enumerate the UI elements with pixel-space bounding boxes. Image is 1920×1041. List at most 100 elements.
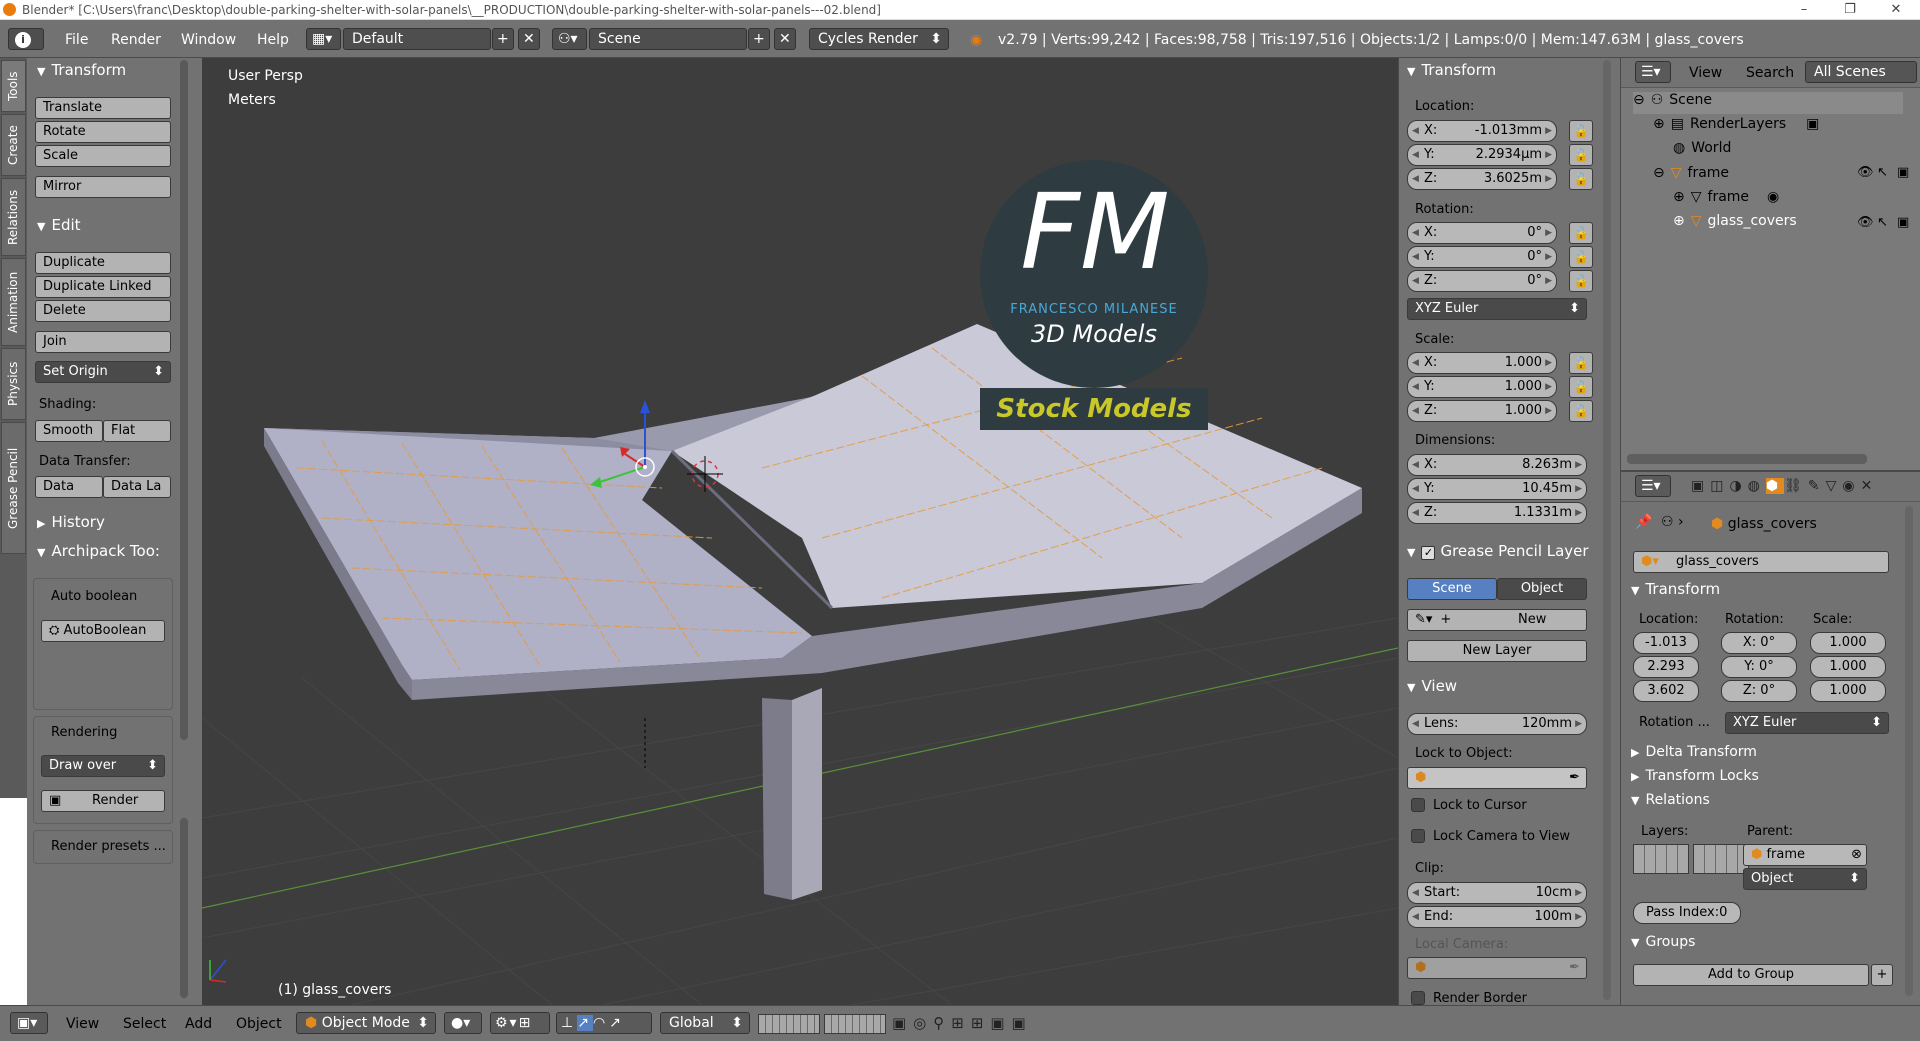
properties-scrollbar[interactable] [1905, 506, 1913, 996]
outliner-row-glass-covers[interactable]: ⊕ ▽ glass_covers [1673, 213, 1797, 235]
lens-field[interactable]: ◀ Lens: 120mm ▶ [1407, 713, 1587, 735]
viewport-menu-view[interactable]: View [66, 1016, 99, 1032]
rotation-y-field[interactable]: ◀ Y: 0° ▶ [1407, 246, 1557, 268]
select-cursor-icon[interactable]: ↖ [1877, 215, 1888, 230]
data-button[interactable]: Data [35, 476, 103, 498]
visibility-eye-icon[interactable]: 👁 [1857, 165, 1874, 180]
flat-button[interactable]: Flat [103, 420, 171, 442]
snap-and-render-icons[interactable]: ▣◎⚲⊞⊞▣▣ [892, 1014, 1033, 1032]
lock-icon[interactable]: 🔓 [1569, 376, 1593, 398]
tab-physics[interactable]: Physics [1, 348, 26, 420]
props-scale-x[interactable]: 1.000 [1810, 632, 1886, 654]
remove-layout-icon[interactable]: ✕ [518, 28, 540, 50]
tab-tools[interactable]: Tools [1, 60, 26, 112]
view-panel-header[interactable]: ▼ View [1407, 677, 1457, 695]
add-scene-icon[interactable]: + [748, 28, 770, 50]
scale-x-field[interactable]: ◀ X: 1.000 ▶ [1407, 352, 1557, 374]
editor-type-button[interactable]: i [8, 28, 44, 50]
add-layout-icon[interactable]: + [492, 28, 514, 50]
gp-new-button[interactable]: ✎▾ + New [1407, 609, 1587, 631]
parent-field[interactable]: ⬢ frame ⊗ [1743, 844, 1867, 866]
3d-viewport[interactable]: User Persp Meters (1) glass_covers FM FR… [202, 58, 1398, 1005]
smooth-button[interactable]: Smooth [35, 420, 103, 442]
render-camera-icon[interactable]: ▣ [1897, 165, 1909, 180]
tab-grease-pencil[interactable]: Grease Pencil [1, 422, 26, 554]
props-rot-x[interactable]: X: 0° [1721, 632, 1797, 654]
lock-icon[interactable]: 🔓 [1569, 144, 1593, 166]
layout-selector-icon[interactable]: ▦▾ [306, 28, 341, 50]
render-button[interactable]: ▣ Render [41, 790, 165, 812]
viewport-shading-icon[interactable]: ●▾ [444, 1012, 482, 1034]
scene-selector-icon[interactable]: ⚇▾ [552, 28, 587, 50]
data-layout-button[interactable]: Data La [103, 476, 171, 498]
pivot-point-icons[interactable]: ⚙▾⊞ [490, 1012, 550, 1034]
manipulator-icons[interactable]: ⊥↗◠↗ [556, 1012, 652, 1034]
menu-window[interactable]: Window [181, 32, 236, 48]
archipack-panel-header[interactable]: ▼ Archipack Too: [37, 542, 160, 560]
pass-index-field[interactable]: Pass Index:0 [1633, 902, 1741, 924]
tab-animation[interactable]: Animation [1, 258, 26, 346]
transform-locks-header[interactable]: ▶ Transform Locks [1631, 768, 1759, 784]
add-group-plus-icon[interactable]: + [1871, 964, 1893, 986]
draw-over-dropdown[interactable]: Draw over ⬍ [41, 755, 165, 777]
maximize-button[interactable]: ❐ [1827, 0, 1873, 20]
location-x-field[interactable]: ◀ X: -1.013mm ▶ [1407, 120, 1557, 142]
scene-name-field[interactable]: Scene [589, 28, 747, 50]
props-loc-x[interactable]: -1.013 [1633, 632, 1699, 654]
layout-name-field[interactable]: Default [343, 28, 491, 50]
lock-icon[interactable]: 🔓 [1569, 120, 1593, 142]
outliner-editor-type-icon[interactable]: ☰▾ [1635, 61, 1671, 83]
gp-object-toggle[interactable]: Object [1497, 578, 1587, 600]
viewport-menu-select[interactable]: Select [123, 1016, 166, 1032]
grease-pencil-layer-header[interactable]: ▼ ✓ Grease Pencil Layer [1407, 542, 1589, 560]
props-loc-z[interactable]: 3.602 [1633, 680, 1699, 702]
select-cursor-icon[interactable]: ↖ [1877, 165, 1888, 180]
render-presets-label[interactable]: Render presets ... [51, 839, 166, 854]
gp-new-layer-button[interactable]: New Layer [1407, 640, 1587, 662]
location-y-field[interactable]: ◀ Y: 2.2934µm ▶ [1407, 144, 1557, 166]
delta-transform-header[interactable]: ▶ Delta Transform [1631, 744, 1757, 760]
outliner-view-menu[interactable]: View [1689, 61, 1722, 85]
viewport-editor-type-icon[interactable]: ▣▾ [10, 1012, 48, 1034]
props-scale-y[interactable]: 1.000 [1810, 656, 1886, 678]
menu-help[interactable]: Help [257, 32, 289, 48]
edit-panel-header[interactable]: ▼ Edit [37, 216, 81, 234]
visibility-eye-icon[interactable]: 👁 [1857, 215, 1874, 230]
close-window-button[interactable]: ✕ [1873, 0, 1919, 20]
local-camera-field[interactable]: ⬢ ✒ [1407, 957, 1587, 979]
properties-context-tabs[interactable]: ▣◫◑◍⬢⛓✎▽◉✕ [1691, 478, 1878, 494]
properties-editor-type-icon[interactable]: ☰▾ [1635, 475, 1671, 497]
remove-scene-icon[interactable]: ✕ [774, 28, 796, 50]
props-transform-header[interactable]: ▼ Transform [1631, 580, 1720, 598]
outliner-search-menu[interactable]: Search [1746, 61, 1794, 85]
menu-file[interactable]: File [65, 32, 88, 48]
rotate-button[interactable]: Rotate [35, 121, 171, 143]
layers-grid-b[interactable] [1693, 844, 1749, 874]
outliner-row-world[interactable]: ◍ World [1673, 140, 1731, 162]
groups-header[interactable]: ▼ Groups [1631, 934, 1695, 950]
toolshelf-scrollbar-lower[interactable] [180, 818, 188, 998]
render-camera-icon[interactable]: ▣ [1897, 215, 1909, 230]
props-rot-z[interactable]: Z: 0° [1721, 680, 1797, 702]
pin-icon[interactable]: 📌 [1635, 514, 1652, 530]
rotation-mode-dropdown[interactable]: XYZ Euler ⬍ [1407, 298, 1587, 320]
dimension-y-field[interactable]: ◀ Y: 10.45m ▶ [1407, 478, 1587, 500]
relations-header[interactable]: ▼ Relations [1631, 792, 1710, 808]
set-origin-dropdown[interactable]: Set Origin ⬍ [35, 361, 171, 383]
location-z-field[interactable]: ◀ Z: 3.6025m ▶ [1407, 168, 1557, 190]
dimension-z-field[interactable]: ◀ Z: 1.1331m ▶ [1407, 502, 1587, 524]
clip-start-field[interactable]: ◀ Start: 10cm ▶ [1407, 882, 1587, 904]
history-panel-header[interactable]: ▶ History [37, 513, 105, 531]
renderlayer-toggle-icon[interactable]: ▣ [1806, 116, 1819, 132]
clear-icon[interactable]: ⊗ [1851, 845, 1862, 865]
parent-type-dropdown[interactable]: Object ⬍ [1743, 868, 1867, 890]
object-name-field[interactable]: ⬢▾ glass_covers [1633, 551, 1889, 573]
lock-object-field[interactable]: ⬢ ✒ [1407, 767, 1587, 789]
outliner-row-scene[interactable]: ⊖ ⚇ Scene [1633, 92, 1903, 114]
add-to-group-button[interactable]: Add to Group [1633, 964, 1869, 986]
scene-layers-grid-b[interactable] [824, 1014, 886, 1034]
translate-button[interactable]: Translate [35, 97, 171, 119]
lock-icon[interactable]: 🔓 [1569, 168, 1593, 190]
render-engine-dropdown[interactable]: Cycles Render ⬍ [809, 28, 949, 50]
minimize-button[interactable]: – [1781, 0, 1827, 20]
